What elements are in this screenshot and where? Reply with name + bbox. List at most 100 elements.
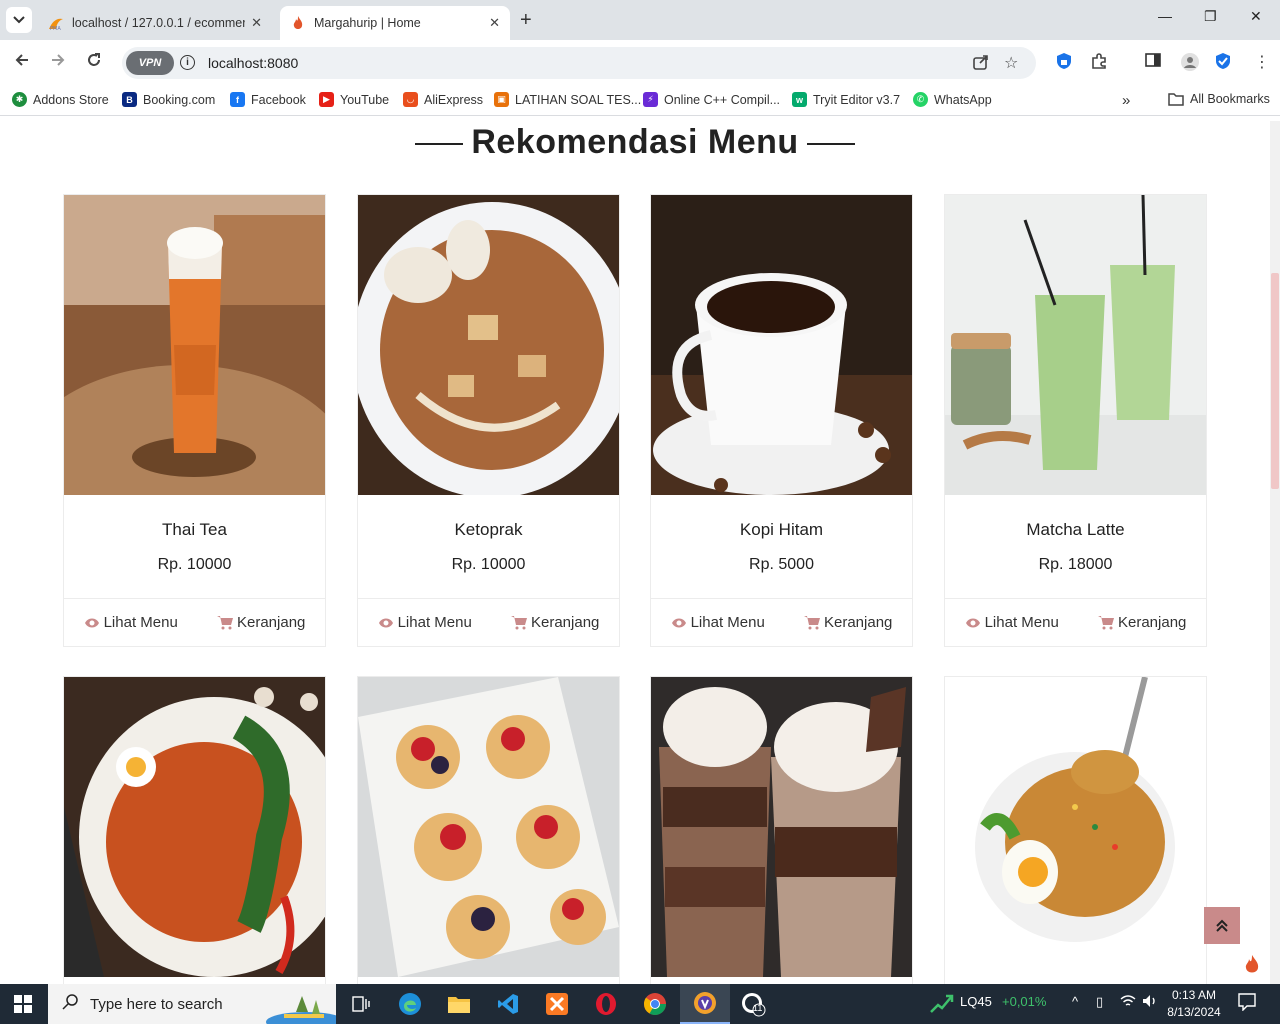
addons-store-icon: ✱: [12, 92, 27, 107]
w3schools-icon: w: [792, 92, 807, 107]
close-tab-icon[interactable]: ✕: [489, 15, 500, 31]
opera-icon[interactable]: [592, 990, 620, 1018]
chocolate-dessert-photo[interactable]: [651, 677, 912, 977]
bookmark-youtube[interactable]: ▶ YouTube: [319, 92, 389, 107]
bookmark-star-icon[interactable]: ☆: [1004, 53, 1018, 73]
fried-rice-photo[interactable]: [945, 677, 1206, 977]
system-clock[interactable]: 0:13 AM 8/13/2024: [1162, 987, 1226, 1021]
tab-phpmyadmin[interactable]: PMA localhost / 127.0.0.1 / ecommerce ✕: [38, 6, 272, 40]
bookmark-aliexpress[interactable]: ◡ AliExpress: [403, 92, 483, 107]
eye-icon: [378, 618, 393, 627]
minimize-button[interactable]: —: [1158, 8, 1172, 24]
add-to-cart-button[interactable]: Keranjang: [511, 614, 599, 631]
windows-start-button[interactable]: [14, 995, 32, 1013]
clock-time: 0:13 AM: [1171, 988, 1217, 1002]
bookmark-online-cpp[interactable]: ⚡ Online C++ Compil...: [643, 92, 780, 107]
browser-menu-icon[interactable]: ⋮: [1254, 52, 1270, 72]
volume-icon[interactable]: [1142, 994, 1158, 1011]
view-menu-button[interactable]: Lihat Menu: [671, 614, 765, 631]
noodle-photo[interactable]: [64, 677, 325, 977]
stock-chart-icon[interactable]: [930, 993, 954, 1016]
aliexpress-icon: ◡: [403, 92, 418, 107]
edge-icon[interactable]: [396, 990, 424, 1018]
restore-button[interactable]: ❐: [1204, 8, 1217, 25]
more-bookmarks-chevron-icon[interactable]: »: [1122, 92, 1130, 109]
file-explorer-icon[interactable]: [445, 990, 473, 1018]
card-actions: Lihat Menu Keranjang: [945, 598, 1206, 646]
view-menu-button[interactable]: Lihat Menu: [965, 614, 1059, 631]
bookmark-tryit-editor[interactable]: w Tryit Editor v3.7: [792, 92, 900, 107]
clock-date: 8/13/2024: [1167, 1005, 1221, 1019]
eye-icon: [965, 618, 980, 627]
svg-text:PMA: PMA: [50, 26, 61, 31]
site-info-icon[interactable]: i: [180, 55, 195, 70]
address-bar[interactable]: VPN i localhost:8080 ☆: [122, 47, 1036, 79]
browser-toolbar: VPN i localhost:8080 ☆ ⋮: [0, 40, 1280, 86]
phpmyadmin-icon: PMA: [48, 15, 64, 32]
add-to-cart-button[interactable]: Keranjang: [1098, 614, 1186, 631]
view-menu-button[interactable]: Lihat Menu: [84, 614, 178, 631]
show-hidden-icons-chevron-up-icon[interactable]: ^: [1072, 994, 1078, 1009]
add-to-cart-button[interactable]: Keranjang: [804, 614, 892, 631]
eye-icon: [671, 618, 686, 627]
cart-label: Keranjang: [531, 614, 600, 631]
bookmark-booking[interactable]: B Booking.com: [122, 92, 215, 107]
bookmark-whatsapp[interactable]: ✆ WhatsApp: [913, 92, 992, 107]
close-window-button[interactable]: ✕: [1250, 8, 1262, 25]
notification-center-icon[interactable]: [1238, 993, 1256, 1014]
product-card: Ketoprak Rp. 10000 Lihat Menu Keranjang: [357, 194, 620, 647]
url-text[interactable]: localhost:8080: [208, 55, 298, 71]
wifi-icon[interactable]: [1120, 994, 1136, 1011]
thai-tea-photo[interactable]: [64, 195, 325, 495]
tab-search-button[interactable]: [6, 7, 32, 33]
bookmark-facebook[interactable]: f Facebook: [230, 92, 306, 107]
tab-margahurip[interactable]: Margahurip | Home ✕: [280, 6, 510, 40]
matcha-latte-photo[interactable]: [945, 195, 1206, 495]
kopi-hitam-photo[interactable]: [651, 195, 912, 495]
ketoprak-photo[interactable]: [358, 195, 619, 495]
task-view-icon[interactable]: [347, 990, 375, 1018]
whatsapp-taskbar-icon[interactable]: 11: [739, 990, 767, 1018]
product-price: Rp. 5000: [749, 556, 814, 573]
password-manager-icon[interactable]: [1056, 52, 1072, 75]
notification-badge: 11: [753, 1003, 763, 1013]
page-scrollbar[interactable]: [1270, 121, 1280, 984]
share-icon[interactable]: [972, 53, 990, 76]
browser-active-taskbar-button[interactable]: [680, 984, 730, 1024]
stock-ticker[interactable]: LQ45: [960, 994, 992, 1009]
new-tab-button[interactable]: +: [520, 9, 532, 32]
extensions-puzzle-icon[interactable]: [1090, 52, 1108, 75]
fruit-tart-photo[interactable]: [358, 677, 619, 977]
double-chevron-up-icon: [1216, 919, 1228, 932]
close-tab-icon[interactable]: ✕: [251, 15, 262, 31]
card-actions: Lihat Menu Keranjang: [64, 598, 325, 646]
chrome-icon[interactable]: [641, 990, 669, 1018]
windows-taskbar: Type here to search 11 LQ45 +0,01% ^ ▯ 0: [0, 984, 1280, 1024]
cart-label: Keranjang: [237, 614, 306, 631]
xampp-icon[interactable]: [543, 990, 571, 1018]
taskbar-search[interactable]: Type here to search: [48, 984, 336, 1024]
vpn-badge[interactable]: VPN: [126, 51, 174, 75]
reload-button[interactable]: [86, 52, 102, 73]
profile-avatar-icon[interactable]: [1180, 52, 1200, 77]
bookmark-addons-store[interactable]: ✱ Addons Store: [12, 92, 109, 107]
card-actions: Lihat Menu Keranjang: [358, 598, 619, 646]
product-price: Rp. 10000: [451, 556, 526, 573]
cart-icon: [804, 616, 820, 630]
bookmark-latihan-soal[interactable]: ▣ LATIHAN SOAL TES...: [494, 92, 641, 107]
back-button[interactable]: [14, 52, 30, 73]
whatsapp-icon: ✆: [913, 92, 928, 107]
forward-button[interactable]: [50, 52, 66, 73]
vscode-icon[interactable]: [494, 990, 522, 1018]
view-menu-button[interactable]: Lihat Menu: [378, 614, 472, 631]
product-card: [650, 676, 913, 984]
vpn-shield-icon[interactable]: [1215, 52, 1231, 75]
add-to-cart-button[interactable]: Keranjang: [217, 614, 305, 631]
back-to-top-button[interactable]: [1204, 907, 1240, 944]
device-icon[interactable]: ▯: [1096, 994, 1103, 1010]
search-icon: [62, 993, 78, 1015]
stock-change: +0,01%: [1002, 994, 1047, 1009]
side-panel-icon[interactable]: [1145, 52, 1161, 73]
scrollbar-thumb[interactable]: [1271, 273, 1279, 489]
all-bookmarks-button[interactable]: All Bookmarks: [1168, 92, 1270, 106]
